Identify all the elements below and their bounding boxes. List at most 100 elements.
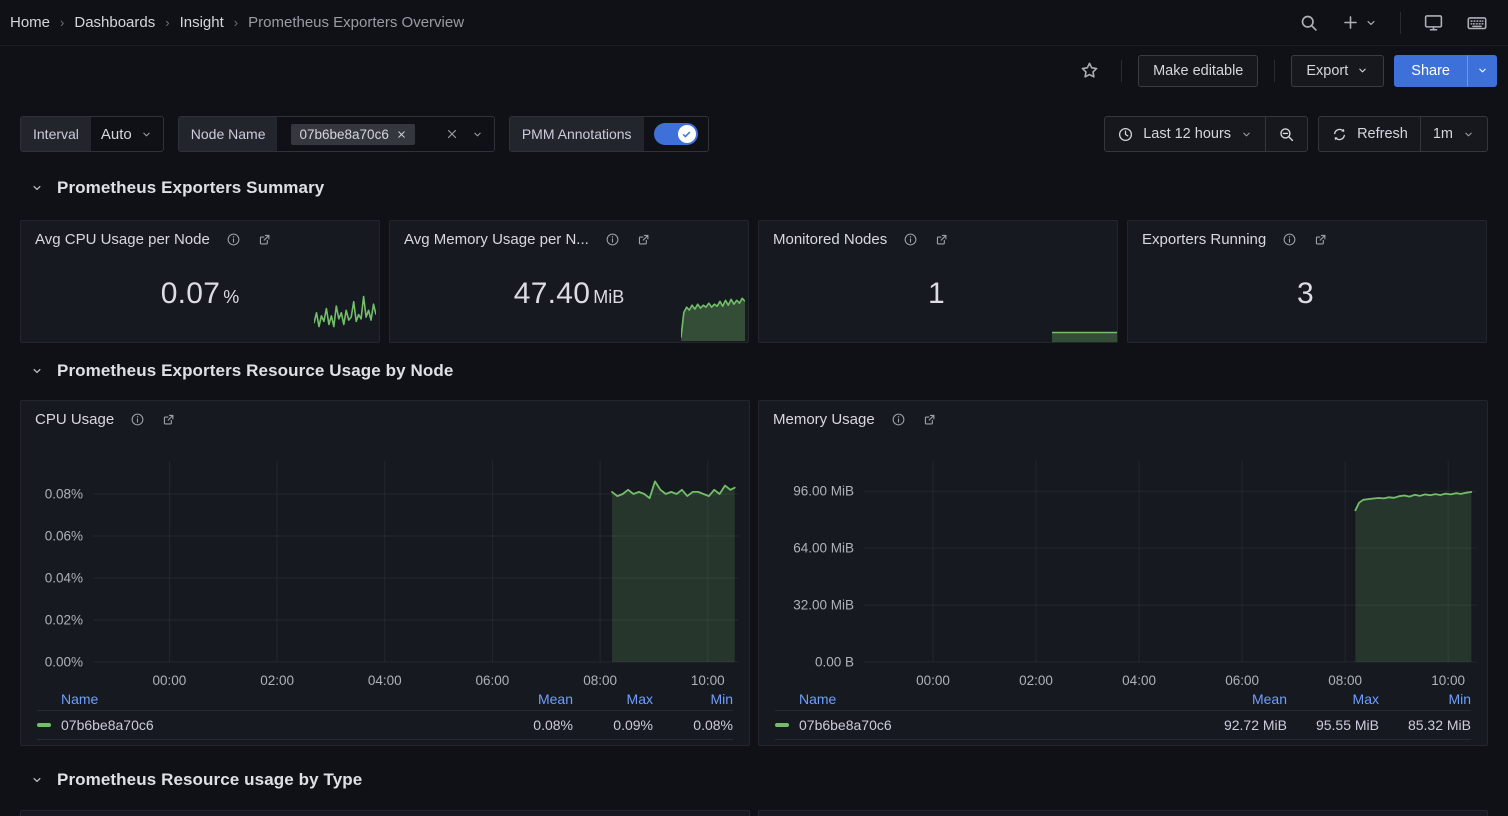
info-icon <box>1282 232 1297 247</box>
stat-number: 1 <box>928 277 945 310</box>
external-link-icon <box>161 412 176 427</box>
pmm-annotations-toggle[interactable] <box>654 123 698 145</box>
interval-select[interactable]: Auto <box>91 117 163 151</box>
panel-info-button[interactable] <box>903 232 918 247</box>
check-icon <box>681 129 692 140</box>
make-editable-button[interactable]: Make editable <box>1138 55 1258 87</box>
legend-header: NameMeanMaxMin <box>775 687 1471 711</box>
search-button[interactable] <box>1293 7 1325 39</box>
panel-title[interactable]: Avg Memory Usage per N... <box>404 231 589 248</box>
navbar-actions <box>1293 6 1494 40</box>
panel-title[interactable]: Exporters Running <box>1142 231 1266 248</box>
favorite-button[interactable] <box>1074 55 1105 86</box>
breadcrumb-home[interactable]: Home <box>10 14 50 31</box>
legend-col-max[interactable]: Max <box>1287 691 1379 707</box>
section-resource-usage-by-type[interactable]: Prometheus Resource usage by Type <box>20 770 362 790</box>
legend-col-max[interactable]: Max <box>573 691 653 707</box>
time-controls: Last 12 hours Refresh 1m <box>1104 116 1488 152</box>
svg-text:0.04%: 0.04% <box>45 570 83 585</box>
node-name-variable: Node Name 07b6be8a70c6 <box>178 116 495 152</box>
chevron-down-icon <box>30 181 44 195</box>
legend-col-mean[interactable]: Mean <box>493 691 573 707</box>
refresh-interval-value: 1m <box>1433 126 1453 142</box>
pmm-annotations-control: PMM Annotations <box>509 116 709 152</box>
panel-external-link-button[interactable] <box>934 232 949 247</box>
resource-chart-row: 00:0002:0004:0006:0008:0010:000.00%0.02%… <box>20 400 1488 746</box>
svg-text:04:00: 04:00 <box>368 673 402 688</box>
legend-col-name[interactable]: Name <box>37 691 493 707</box>
svg-text:08:00: 08:00 <box>1328 673 1362 688</box>
panel-title[interactable]: Memory Usage <box>773 411 875 428</box>
panel-info-button[interactable] <box>130 412 145 427</box>
navbar-divider <box>1400 12 1401 34</box>
stat-number: 3 <box>1297 277 1314 310</box>
panel-title[interactable]: Monitored Nodes <box>773 231 887 248</box>
panel-title[interactable]: Avg CPU Usage per Node <box>35 231 210 248</box>
chevron-down-icon <box>471 128 484 141</box>
remove-tag-icon[interactable] <box>396 129 407 140</box>
refresh-button[interactable]: Refresh <box>1319 117 1420 151</box>
section-exporters-summary[interactable]: Prometheus Exporters Summary <box>20 178 324 198</box>
legend-col-min[interactable]: Min <box>1379 691 1471 707</box>
cpu-usage-legend: NameMeanMaxMin07b6be8a70c60.08%0.09%0.08… <box>37 687 733 740</box>
time-range-picker[interactable]: Last 12 hours <box>1105 117 1265 151</box>
refresh-interval-select[interactable]: 1m <box>1421 117 1487 151</box>
breadcrumb-dashboards[interactable]: Dashboards <box>74 14 155 31</box>
chevron-down-icon <box>1476 64 1489 77</box>
kiosk-mode-button[interactable] <box>1417 6 1450 39</box>
share-button[interactable]: Share <box>1394 55 1467 87</box>
svg-text:0.08%: 0.08% <box>45 486 83 501</box>
chevron-down-icon <box>1364 16 1378 30</box>
chevron-down-icon <box>30 773 44 787</box>
external-link-icon <box>1313 232 1328 247</box>
panel-title[interactable]: CPU Usage <box>35 411 114 428</box>
clear-selection-icon[interactable] <box>445 127 459 141</box>
section-title: Prometheus Exporters Summary <box>57 178 324 198</box>
legend-col-name[interactable]: Name <box>775 691 1195 707</box>
stat-sparkline <box>1052 329 1117 342</box>
external-link-icon <box>934 232 949 247</box>
external-link-icon <box>922 412 937 427</box>
panel-external-link-button[interactable] <box>636 232 651 247</box>
dashboard-page: Home › Dashboards › Insight › Prometheus… <box>0 0 1508 816</box>
share-label: Share <box>1411 63 1450 79</box>
stat-sparkline <box>314 295 376 341</box>
panel-info-button[interactable] <box>226 232 241 247</box>
svg-text:32.00 MiB: 32.00 MiB <box>793 598 854 613</box>
panel-info-button[interactable] <box>605 232 620 247</box>
legend-col-min[interactable]: Min <box>653 691 733 707</box>
share-menu-button[interactable] <box>1467 55 1497 87</box>
panel-external-link-button[interactable] <box>257 232 272 247</box>
dashboard-toolbar: Make editable Export Share <box>0 47 1508 94</box>
series-min: 0.08% <box>653 717 733 733</box>
breadcrumb-insight[interactable]: Insight <box>180 14 224 31</box>
pmm-annotations-label: PMM Annotations <box>510 117 644 151</box>
chevron-down-icon <box>1240 128 1253 141</box>
panel-monitored-nodes: Monitored Nodes 1 <box>758 220 1118 343</box>
series-name[interactable]: 07b6be8a70c6 <box>799 717 1195 733</box>
node-name-tag: 07b6be8a70c6 <box>291 124 414 145</box>
svg-text:0.00 B: 0.00 B <box>815 655 854 670</box>
interval-value: Auto <box>101 126 132 143</box>
node-name-select[interactable]: 07b6be8a70c6 <box>277 117 493 151</box>
legend-row: 07b6be8a70c692.72 MiB95.55 MiB85.32 MiB <box>775 711 1471 740</box>
keyboard-shortcuts-button[interactable] <box>1460 6 1494 40</box>
keyboard-icon <box>1466 12 1488 34</box>
legend-col-mean[interactable]: Mean <box>1195 691 1287 707</box>
panel-external-link-button[interactable] <box>1313 232 1328 247</box>
info-icon <box>903 232 918 247</box>
series-name[interactable]: 07b6be8a70c6 <box>61 717 493 733</box>
zoom-out-button[interactable] <box>1266 117 1307 151</box>
panel-top-edge <box>20 810 750 816</box>
panel-info-button[interactable] <box>1282 232 1297 247</box>
svg-text:00:00: 00:00 <box>916 673 950 688</box>
breadcrumb: Home › Dashboards › Insight › Prometheus… <box>10 14 464 31</box>
new-menu-button[interactable] <box>1335 7 1384 38</box>
panel-info-button[interactable] <box>891 412 906 427</box>
stat-unit: MiB <box>593 287 624 307</box>
export-button[interactable]: Export <box>1291 55 1384 87</box>
panel-external-link-button[interactable] <box>161 412 176 427</box>
section-resource-usage-by-node[interactable]: Prometheus Exporters Resource Usage by N… <box>20 361 453 381</box>
chevron-down-icon <box>1356 64 1369 77</box>
panel-external-link-button[interactable] <box>922 412 937 427</box>
